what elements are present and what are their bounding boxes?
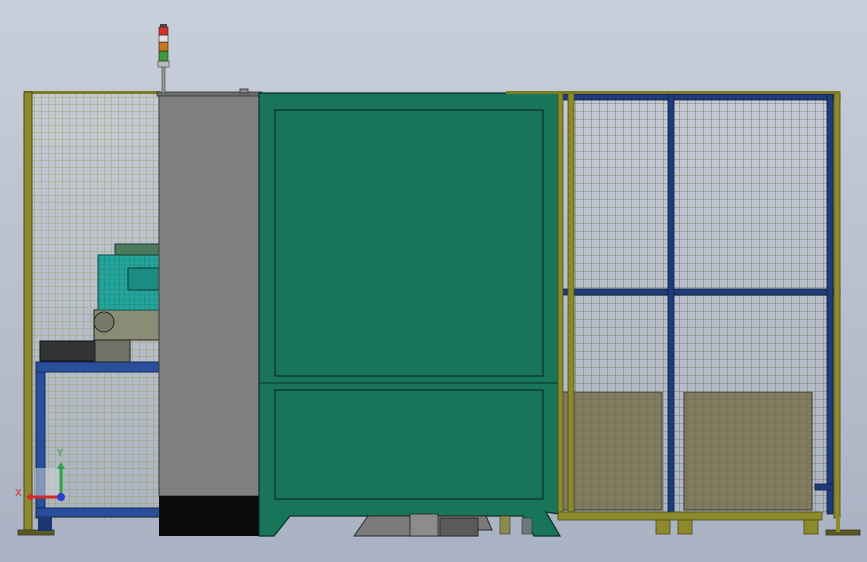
- triad-plane: [35, 468, 63, 496]
- gear-wheel: [93, 311, 115, 333]
- cad-drawing: X Y: [0, 0, 867, 562]
- blue-frame-lower-right: [814, 483, 834, 491]
- pallet-foot-2: [677, 519, 693, 535]
- right-fence-top-rail: [506, 91, 840, 94]
- top-stub: [239, 88, 249, 94]
- small-foot-2: [521, 517, 533, 535]
- right-fence-mesh: [570, 96, 836, 514]
- cad-viewport[interactable]: X Y: [0, 0, 867, 562]
- right-bottom-rail: [557, 511, 823, 521]
- blue-table-foot: [38, 517, 52, 531]
- blue-table-top: [35, 361, 161, 373]
- right-fence-post-3: [833, 91, 841, 519]
- blue-frame-center-post: [667, 93, 675, 515]
- undercarriage: [353, 513, 533, 537]
- green-cabinet: [258, 92, 562, 537]
- right-fence-post-1: [557, 91, 564, 519]
- black-base: [159, 496, 260, 536]
- green-cabinet-body: [258, 92, 562, 537]
- blue-frame-middle: [559, 288, 841, 296]
- right-fence-post-2: [567, 91, 575, 519]
- beacon-orange: [158, 41, 169, 52]
- undercarriage-motor: [439, 517, 479, 537]
- triad-x-label: X: [15, 488, 22, 499]
- grey-cabinet: [156, 88, 263, 536]
- pallet-foot-3: [803, 519, 819, 535]
- motor-body: [39, 340, 96, 362]
- undercarriage-block: [409, 513, 439, 537]
- blue-frame-top: [559, 93, 841, 101]
- left-fence-post: [23, 91, 33, 533]
- beacon-cap: [160, 24, 167, 27]
- small-foot-1: [499, 515, 511, 535]
- left-fence-top-rail: [24, 91, 160, 94]
- grey-panel: [158, 93, 261, 497]
- beacon-white: [158, 34, 169, 43]
- blue-frame-right-post: [826, 93, 834, 515]
- teal-assembly-block: [127, 267, 161, 291]
- triad-z-axis: [57, 493, 65, 501]
- beacon-pole: [161, 65, 166, 94]
- teal-assembly-bracket: [114, 243, 161, 256]
- blue-table-bottom-rail: [35, 507, 161, 518]
- beacon-green: [158, 50, 169, 62]
- pallet-foot-1: [655, 519, 671, 535]
- triad-y-label: Y: [56, 448, 64, 459]
- beacon-base: [157, 60, 170, 68]
- right-foot-plate: [825, 529, 861, 536]
- beacon-red: [158, 26, 169, 36]
- right-bottom-post: [836, 516, 840, 532]
- right-fence: [506, 91, 861, 536]
